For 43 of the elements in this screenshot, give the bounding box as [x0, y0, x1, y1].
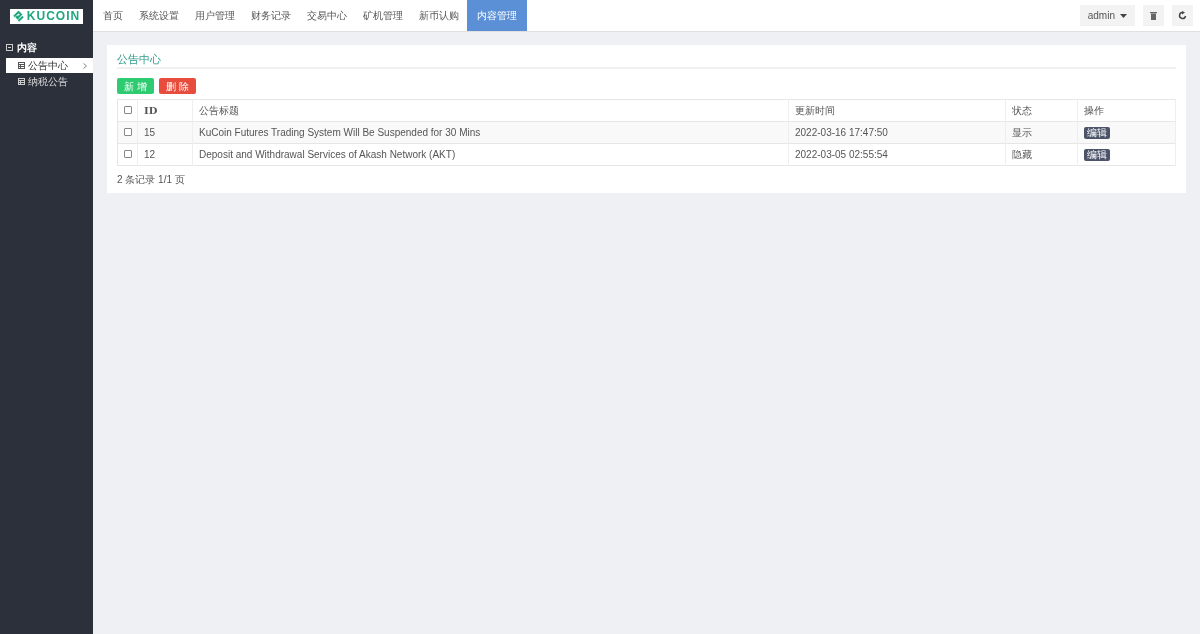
chevron-right-icon: [83, 62, 87, 69]
table-cell: KuCoin Futures Trading System Will Be Suspended for 30 Mins: [199, 127, 481, 138]
refresh-icon: [1178, 11, 1187, 20]
trash-button[interactable]: [1143, 5, 1164, 26]
column-header: 更新时间: [795, 105, 835, 116]
logo-icon: [12, 10, 24, 22]
table-cell: 隐藏: [1012, 149, 1032, 160]
nav-tab[interactable]: 首页: [95, 0, 131, 31]
collapse-icon[interactable]: [6, 43, 13, 51]
table-cell: 15: [144, 127, 156, 138]
pagination-text: 2 条记录 1/1 页: [117, 173, 186, 187]
delete-button[interactable]: 删 除: [158, 78, 196, 94]
checkbox[interactable]: [123, 128, 132, 136]
table-cell: 显示: [1012, 127, 1032, 138]
trash-icon: [1150, 11, 1157, 20]
table-cell: 2022-03-05 02:55:54: [795, 149, 888, 160]
caret-icon: [1120, 13, 1127, 18]
sidebar-item[interactable]: 公告中心: [6, 58, 93, 73]
checkbox[interactable]: [123, 150, 132, 158]
column-header: 操作: [1084, 105, 1104, 116]
nav-tab[interactable]: 矿机管理: [355, 0, 411, 31]
refresh-button[interactable]: [1172, 5, 1193, 26]
edit-button[interactable]: 编辑: [1084, 149, 1110, 161]
logo: KUCOIN: [9, 8, 84, 24]
user-menu-button[interactable]: admin: [1079, 5, 1135, 26]
column-header: 公告标题: [199, 105, 239, 116]
nav-tab[interactable]: 财务记录: [243, 0, 299, 31]
column-header: 状态: [1012, 105, 1032, 116]
table-cell: Deposit and Withdrawal Services of Akash Network (AKT): [199, 149, 456, 160]
panel-title: 公告中心: [117, 45, 1176, 69]
nav-tab[interactable]: 用户管理: [187, 0, 243, 31]
table-icon: [18, 62, 25, 69]
nav-tab[interactable]: 交易中心: [299, 0, 355, 31]
sidebar-group-label[interactable]: 内容: [17, 39, 37, 55]
nav-tab[interactable]: 系统设置: [131, 0, 187, 31]
column-header: ID: [144, 105, 158, 116]
nav-tab[interactable]: 新币认购: [411, 0, 467, 31]
table-icon: [18, 78, 25, 85]
sidebar-item[interactable]: 纳税公告: [6, 74, 93, 89]
edit-button[interactable]: 编辑: [1084, 127, 1110, 139]
table-cell: 2022-03-16 17:47:50: [795, 127, 888, 138]
checkbox[interactable]: [123, 106, 132, 114]
table-cell: 12: [144, 149, 156, 160]
